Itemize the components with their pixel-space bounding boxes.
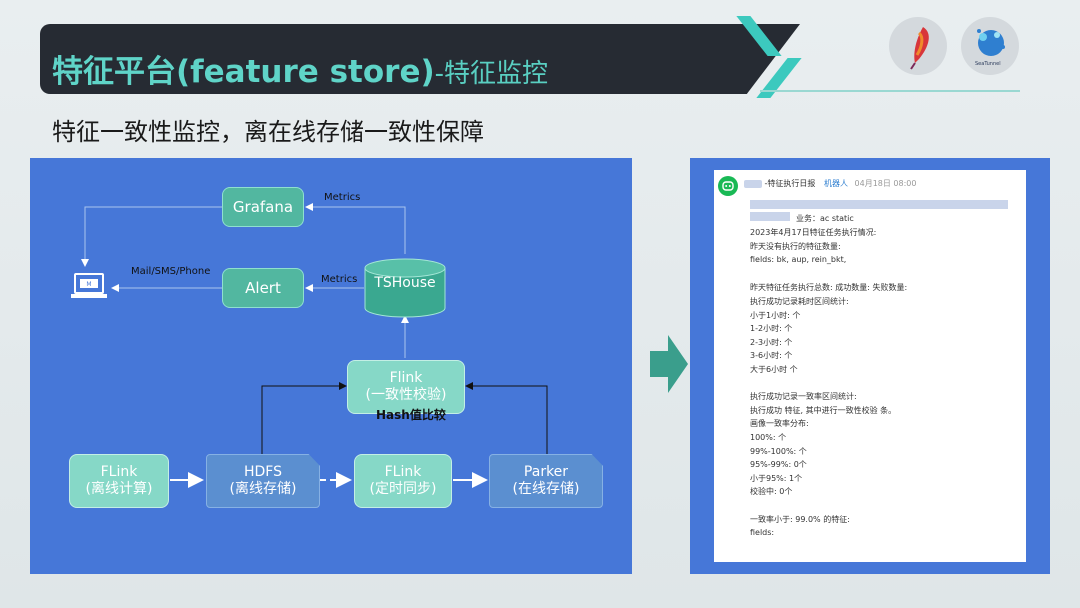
chat-line: 画像一致率分布: <box>750 419 809 428</box>
page-title: 特征平台(feature store)-特征监控 <box>52 46 548 91</box>
mail-sms-phone-label: Mail/SMS/Phone <box>131 266 211 277</box>
hdfs-line2: (离线存储) <box>229 481 297 497</box>
apache-feather-icon <box>889 17 947 75</box>
architecture-diagram: M Grafana Alert TSHouse Flink (一致性校验) FL… <box>30 158 632 574</box>
chat-line: 执行成功记录一致率区间统计: <box>750 392 857 401</box>
seatunnel-logo-label: SeaTunnel <box>975 61 1001 67</box>
parker-line2: (在线存储) <box>512 481 580 497</box>
chat-line: 执行成功记录耗时区间统计: <box>750 297 849 306</box>
page-title-sub: -特征监控 <box>434 59 549 89</box>
chat-line: 昨天没有执行的特征数量: <box>750 242 841 251</box>
hdfs-line1: HDFS <box>243 464 282 480</box>
seatunnel-logo-icon: SeaTunnel <box>961 17 1019 75</box>
chat-line: 2023年4月17日特征任务执行情况: <box>750 228 877 237</box>
edge-hdfs-flink <box>261 382 347 454</box>
grafana-label: Grafana <box>232 197 294 216</box>
chat-line: 1-2小时: 个 <box>750 324 793 333</box>
chat-line: 大于6小时 个 <box>750 365 798 374</box>
laptop-icon: M <box>70 272 108 306</box>
chat-line: 99%-100%: 个 <box>750 447 807 456</box>
chat-line: 3-6小时: 个 <box>750 351 793 360</box>
chat-line: fields: <box>750 528 775 537</box>
wechat-bot-avatar <box>718 176 738 196</box>
transition-arrow-icon <box>650 335 688 397</box>
edge-parker-flink <box>465 382 548 454</box>
grafana-node: Grafana <box>222 187 304 227</box>
diagram-connectors <box>81 203 548 488</box>
flink-consistency-line1: Flink <box>389 370 423 386</box>
chat-sender: -特征执行日报 <box>764 179 816 188</box>
chat-line: 95%-99%: 0个 <box>750 460 807 469</box>
flink-sync-line1: FLink <box>384 464 422 480</box>
robot-icon <box>722 181 734 191</box>
chat-line: 昨天特征任务执行总数: 成功数量: 失败数量: <box>750 283 908 292</box>
chat-line: 2-3小时: 个 <box>750 338 793 347</box>
edge-grafana-laptop <box>81 206 222 267</box>
hdfs-node: HDFS (离线存储) <box>206 454 320 508</box>
alert-node: Alert <box>222 268 304 308</box>
chat-robot-badge: 机器人 <box>823 179 848 188</box>
chat-mention-blur-2 <box>750 212 790 221</box>
alert-label: Alert <box>245 278 281 297</box>
flink-offline-line2: (离线计算) <box>85 481 153 497</box>
chat-mention-blur <box>750 200 1008 209</box>
chat-line: 校验中: 0个 <box>750 487 793 496</box>
flink-consistency-line2: (一致性校验) <box>365 387 447 403</box>
metrics-label-mid: Metrics <box>321 274 358 285</box>
svg-text:M: M <box>86 281 91 288</box>
flink-sync-line2: (定时同步) <box>369 481 437 497</box>
parker-line1: Parker <box>523 464 569 480</box>
edge-tshouse-grafana <box>305 203 406 254</box>
chat-line: 业务：ac static <box>796 214 854 223</box>
flink-offline-node: FLink (离线计算) <box>69 454 169 508</box>
page-title-main: 特征平台(feature store) <box>52 54 435 90</box>
chat-line: 100%: 个 <box>750 433 787 442</box>
chat-line: 小于1小时: 个 <box>750 311 801 320</box>
metrics-label-top: Metrics <box>324 192 361 203</box>
header-divider <box>760 90 1020 92</box>
flink-offline-line1: FLink <box>100 464 138 480</box>
page-subtitle: 特征一致性监控，离在线存储一致性保障 <box>52 118 484 146</box>
flink-sync-node: FLink (定时同步) <box>354 454 452 508</box>
tshouse-label: TSHouse <box>374 275 436 291</box>
chat-line: fields: bk, aup, rein_bkt, <box>750 255 847 264</box>
parker-node: Parker (在线存储) <box>489 454 603 508</box>
chat-line: 执行成功 特征, 其中进行一致性校验 条。 <box>750 406 897 415</box>
chat-time: 04月18日 08:00 <box>854 179 917 188</box>
chat-header: -特征执行日报 机器人 04月18日 08:00 <box>744 178 917 189</box>
chat-line: 小于95%: 1个 <box>750 474 803 483</box>
chat-line: 一致率小于: 99.0% 的特征: <box>750 515 850 524</box>
hash-compare-label: Hash值比较 <box>376 408 446 422</box>
